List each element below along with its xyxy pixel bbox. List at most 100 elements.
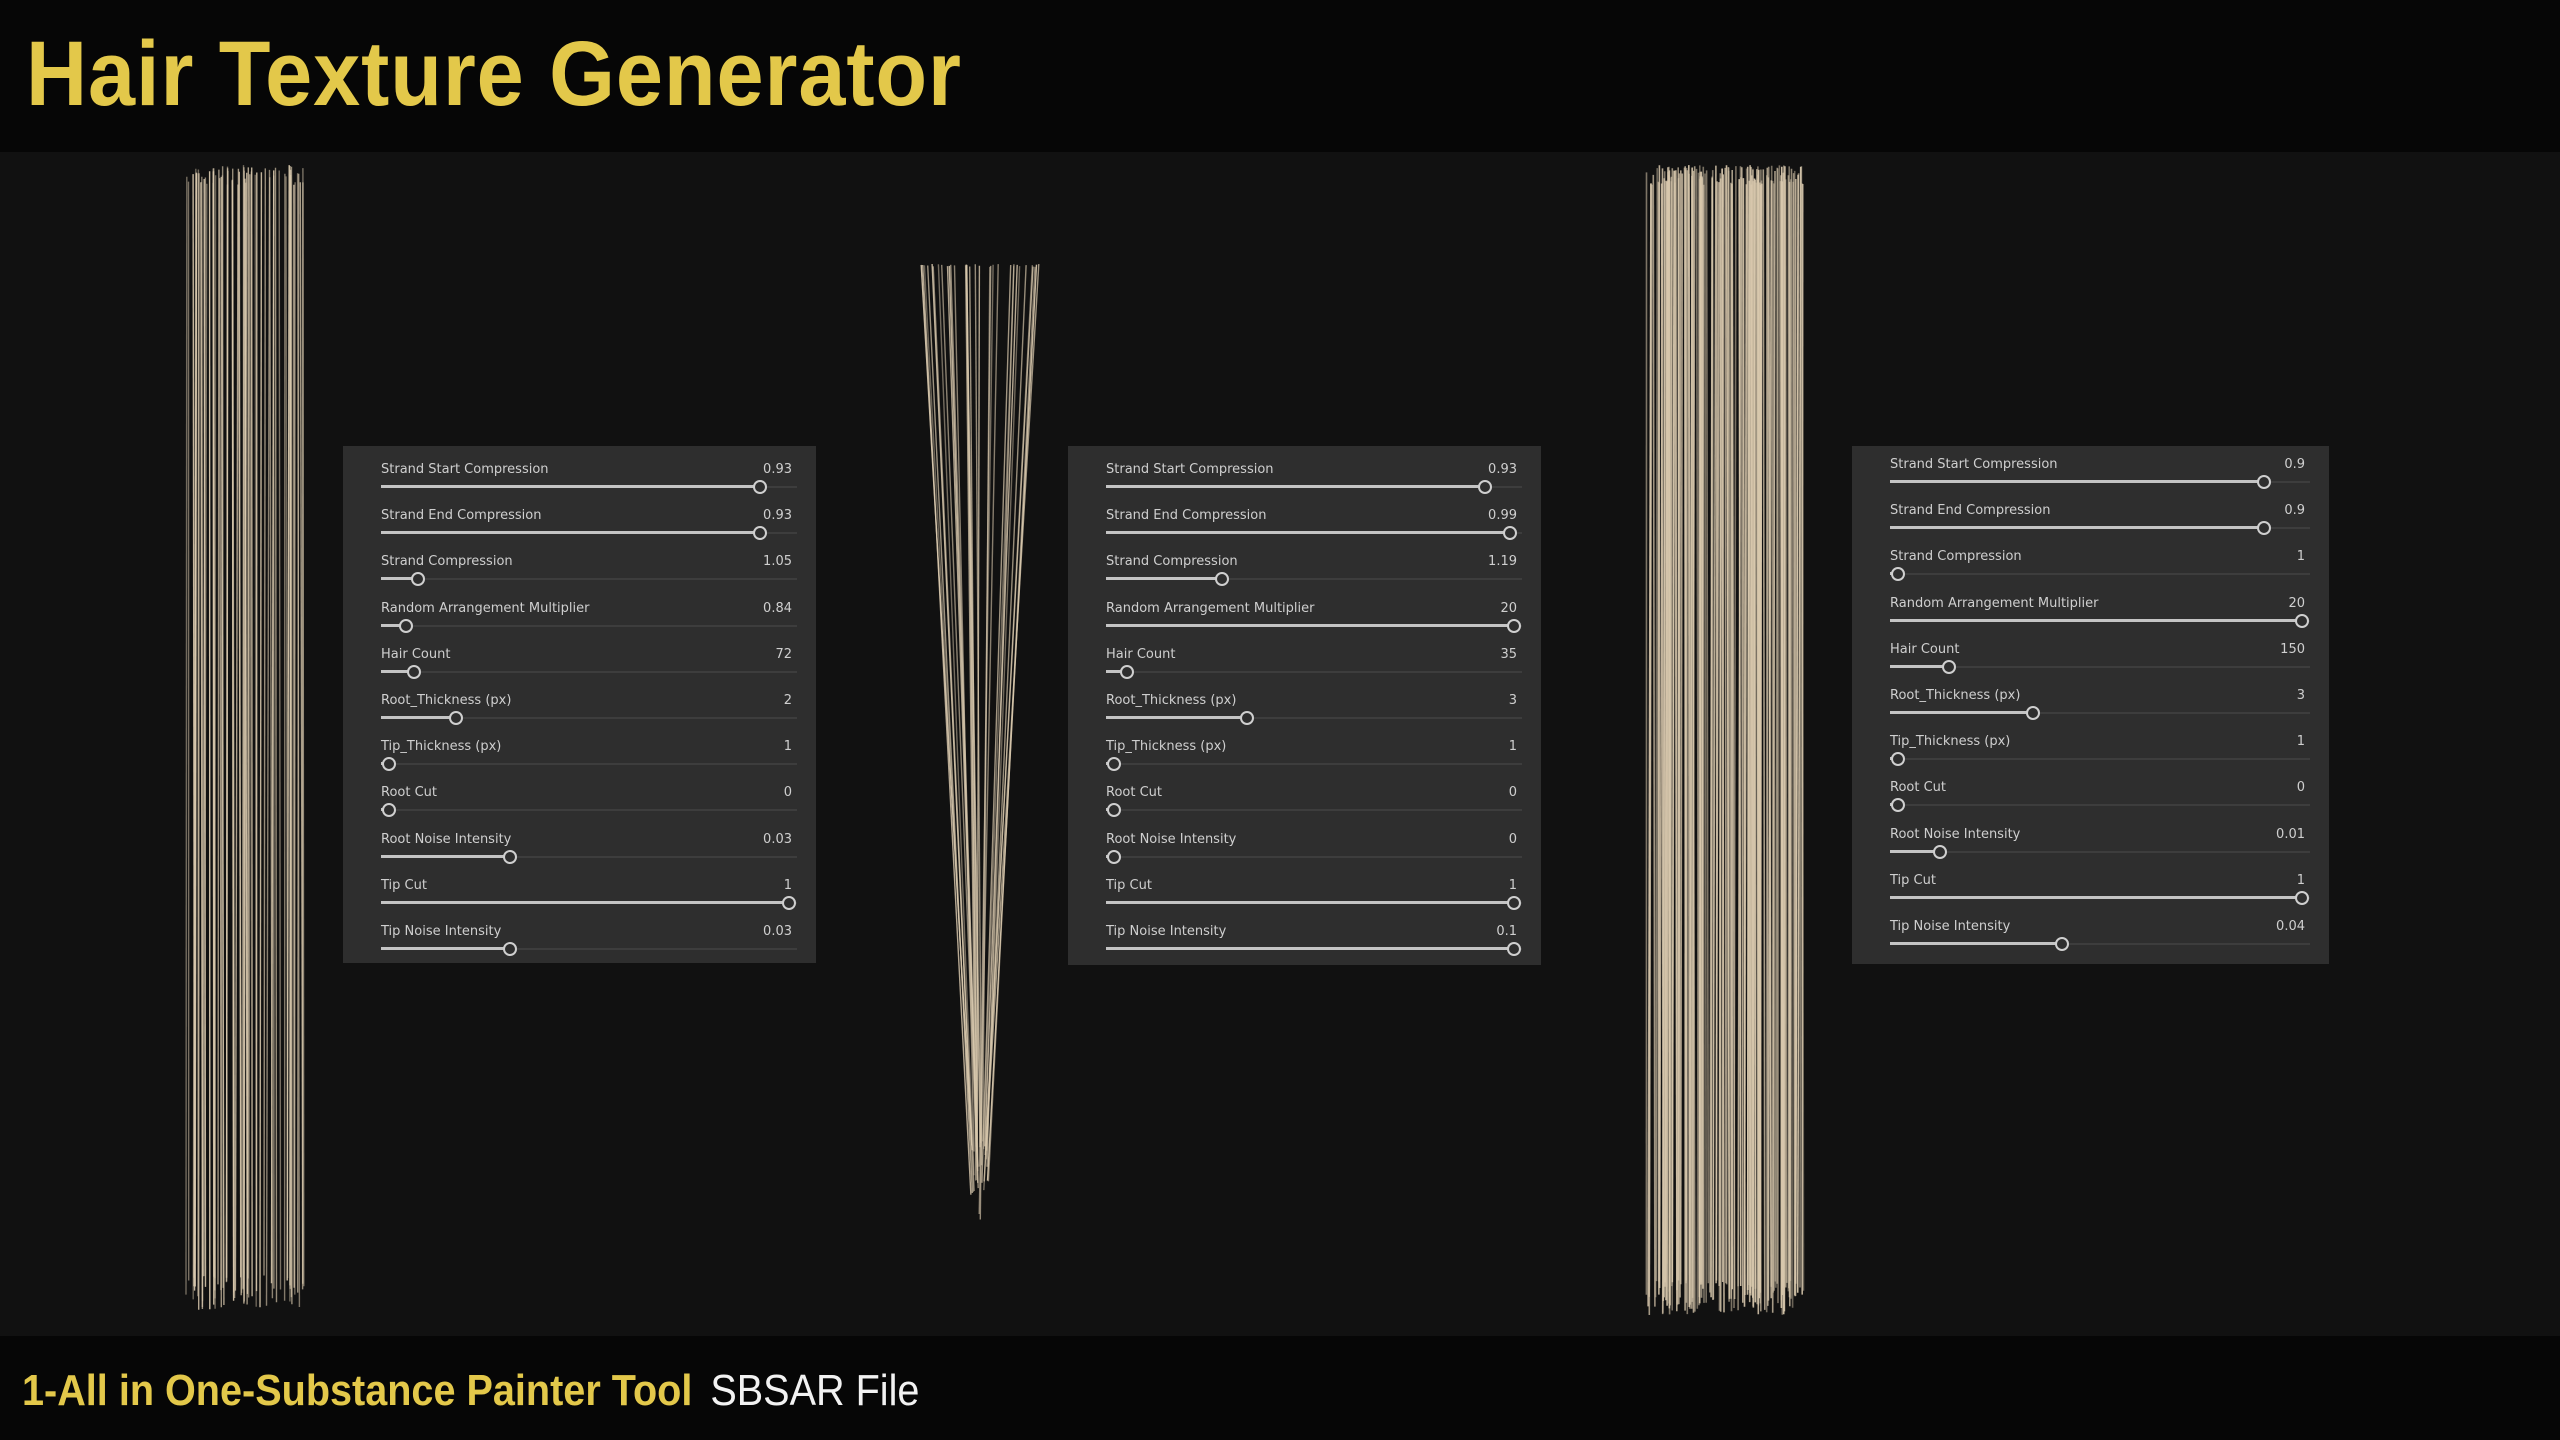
root-thickness-px-slider[interactable] [1106,711,1522,725]
slider-handle[interactable] [781,895,796,910]
slider-track[interactable] [1890,758,2310,761]
param-value[interactable]: 2 [784,693,792,708]
tip-noise-intensity-slider[interactable] [1890,937,2310,951]
random-arrangement-multiplier-slider[interactable] [381,618,797,633]
slider-handle[interactable] [2055,937,2070,951]
param-value[interactable]: 0 [2297,780,2305,795]
slider-track[interactable] [1106,809,1522,812]
slider-handle[interactable] [407,664,422,679]
strand-start-compression-slider[interactable] [1890,475,2310,489]
slider-track[interactable] [1890,804,2310,807]
root-cut-slider[interactable] [1890,798,2310,813]
slider-track[interactable] [1890,573,2310,576]
slider-handle[interactable] [411,572,426,587]
slider-handle[interactable] [2256,521,2271,536]
slider-track[interactable] [381,763,797,766]
param-value[interactable]: 3 [2297,688,2305,703]
root-noise-intensity-slider[interactable] [1106,849,1522,864]
param-value[interactable]: 0.93 [1488,462,1517,477]
param-value[interactable]: 35 [1500,647,1517,662]
param-value[interactable]: 1 [784,878,792,893]
param-value[interactable]: 20 [2288,596,2305,611]
param-value[interactable]: 1 [1509,878,1517,893]
tip-cut-slider[interactable] [1106,895,1522,910]
slider-handle[interactable] [1506,618,1521,633]
param-value[interactable]: 0.03 [763,832,792,847]
slider-handle[interactable] [1107,803,1122,818]
root-noise-intensity-slider[interactable] [381,849,797,864]
slider-handle[interactable] [382,803,397,818]
param-value[interactable]: 0.93 [763,508,792,523]
slider-handle[interactable] [1107,757,1122,772]
strand-end-compression-slider[interactable] [381,526,797,541]
root-cut-slider[interactable] [1106,803,1522,818]
slider-handle[interactable] [2256,475,2271,489]
param-value[interactable]: 20 [1500,601,1517,616]
slider-handle[interactable] [2294,890,2309,905]
slider-handle[interactable] [1119,664,1134,679]
param-value[interactable]: 0 [1509,832,1517,847]
param-value[interactable]: 1 [2297,734,2305,749]
param-value[interactable]: 1 [1509,739,1517,754]
param-value[interactable]: 0 [784,785,792,800]
hair-count-slider[interactable] [1106,664,1522,679]
random-arrangement-multiplier-slider[interactable] [1890,613,2310,628]
slider-handle[interactable] [1933,844,1948,859]
slider-handle[interactable] [448,711,463,725]
strand-end-compression-slider[interactable] [1106,526,1522,541]
slider-handle[interactable] [1107,849,1122,864]
slider-handle[interactable] [752,526,767,541]
param-value[interactable]: 1 [784,739,792,754]
param-value[interactable]: 0.9 [2284,503,2305,518]
slider-track[interactable] [381,809,797,812]
slider-track[interactable] [1890,850,2310,853]
tip-thickness-px-slider[interactable] [1890,752,2310,767]
slider-track[interactable] [1106,763,1522,766]
param-value[interactable]: 0.84 [763,601,792,616]
tip-thickness-px-slider[interactable] [381,757,797,772]
slider-handle[interactable] [1941,659,1956,674]
root-cut-slider[interactable] [381,803,797,818]
slider-handle[interactable] [1240,711,1255,725]
slider-handle[interactable] [2294,613,2309,628]
slider-handle[interactable] [1215,572,1230,587]
slider-handle[interactable] [1506,895,1521,910]
slider-handle[interactable] [1502,526,1517,541]
random-arrangement-multiplier-slider[interactable] [1106,618,1522,633]
hair-count-slider[interactable] [1890,659,2310,674]
param-value[interactable]: 72 [775,647,792,662]
param-value[interactable]: 0.03 [763,924,792,939]
strand-end-compression-slider[interactable] [1890,521,2310,536]
tip-cut-slider[interactable] [381,895,797,910]
param-value[interactable]: 0.1 [1496,924,1517,939]
root-thickness-px-slider[interactable] [381,711,797,725]
param-value[interactable]: 3 [1509,693,1517,708]
param-value[interactable]: 1.19 [1488,554,1517,569]
tip-noise-intensity-slider[interactable] [381,942,797,956]
root-thickness-px-slider[interactable] [1890,706,2310,720]
slider-track[interactable] [381,624,797,627]
strand-start-compression-slider[interactable] [381,480,797,494]
slider-track[interactable] [1106,855,1522,858]
tip-thickness-px-slider[interactable] [1106,757,1522,772]
strand-start-compression-slider[interactable] [1106,480,1522,494]
root-noise-intensity-slider[interactable] [1890,844,2310,859]
slider-track[interactable] [1106,670,1522,673]
param-value[interactable]: 0.9 [2284,457,2305,472]
param-value[interactable]: 150 [2280,642,2305,657]
param-value[interactable]: 0.93 [763,462,792,477]
slider-handle[interactable] [1891,752,1906,767]
tip-noise-intensity-slider[interactable] [1106,942,1522,956]
slider-handle[interactable] [502,942,517,956]
param-value[interactable]: 1 [2297,549,2305,564]
slider-track[interactable] [381,670,797,673]
slider-handle[interactable] [752,480,767,494]
strand-compression-slider[interactable] [1106,572,1522,587]
slider-handle[interactable] [382,757,397,772]
slider-handle[interactable] [2025,706,2040,720]
hair-count-slider[interactable] [381,664,797,679]
strand-compression-slider[interactable] [381,572,797,587]
param-value[interactable]: 1.05 [763,554,792,569]
slider-handle[interactable] [1506,942,1521,956]
param-value[interactable]: 0.01 [2276,827,2305,842]
